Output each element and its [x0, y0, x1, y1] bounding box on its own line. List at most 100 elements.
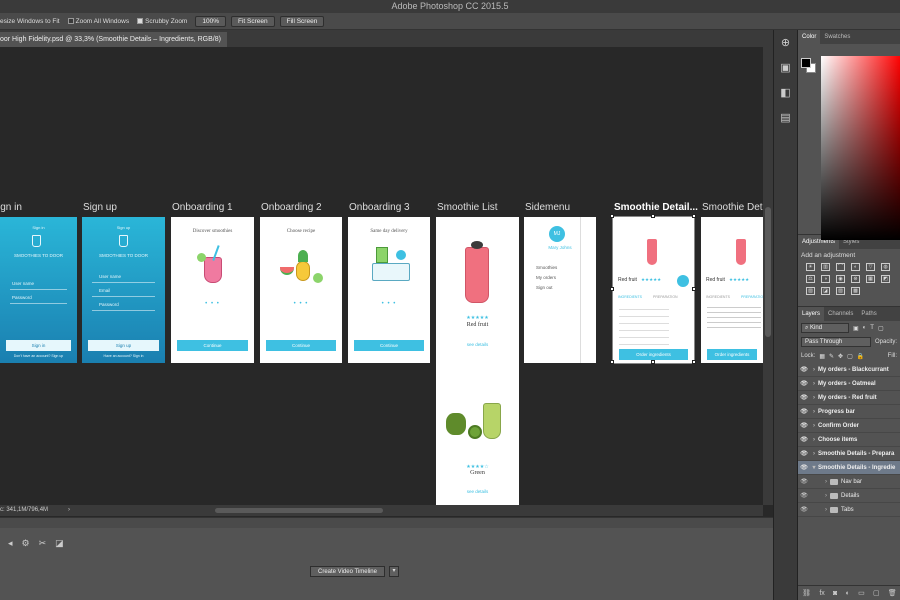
expand-arrow-icon[interactable]: ›: [810, 367, 818, 373]
layer-row[interactable]: 👁 › Progress bar: [798, 405, 900, 419]
brightness-icon[interactable]: ☀: [806, 263, 815, 271]
layer-row[interactable]: 👁 ▾ Smoothie Details - Ingredie: [798, 461, 900, 475]
adjustment-filter-icon[interactable]: ◐: [863, 325, 867, 331]
tab-swatches[interactable]: Swatches: [820, 30, 854, 44]
layer-row[interactable]: 👁 › My orders - Red fruit: [798, 391, 900, 405]
visibility-eye-icon[interactable]: 👁: [798, 492, 810, 499]
artboard-label-smoothie-details-ingredients[interactable]: Smoothie Detail...: [614, 202, 698, 213]
trash-icon[interactable]: 🗑: [888, 589, 897, 597]
lock-transparent-icon[interactable]: ▦: [819, 353, 825, 360]
expand-arrow-icon[interactable]: ›: [822, 507, 830, 513]
visibility-eye-icon[interactable]: 👁: [798, 464, 810, 471]
transition-icon[interactable]: ◪: [55, 538, 64, 549]
tab-layers[interactable]: Layers: [798, 307, 825, 321]
vibrance-icon[interactable]: ▽: [866, 263, 875, 271]
foreground-color-swatch[interactable]: [801, 58, 811, 68]
lock-artboard-icon[interactable]: ▢: [847, 353, 853, 360]
canvas-area[interactable]: ign in Sign up Onboarding 1 Onboarding 2…: [0, 47, 763, 505]
transform-handle[interactable]: [692, 214, 696, 218]
layer-row[interactable]: 👁 › Tabs: [798, 503, 900, 517]
expand-arrow-icon[interactable]: ▾: [810, 464, 818, 471]
filter-kind-select[interactable]: ⌕ Kind: [801, 323, 849, 333]
transform-handle[interactable]: [610, 287, 614, 291]
status-menu-arrow[interactable]: ›: [68, 505, 70, 516]
scrubby-zoom-checkbox[interactable]: Scrubby Zoom: [137, 18, 187, 25]
zoom-all-windows-checkbox[interactable]: Zoom All Windows: [67, 18, 129, 25]
type-filter-icon[interactable]: T: [870, 325, 874, 331]
artboard-smoothie-details-preparation[interactable]: Red fruit ★★★★★ INGREDIENTS PREPARATION …: [701, 217, 763, 363]
canvas-vertical-scrollbar[interactable]: [763, 47, 773, 505]
tab-channels[interactable]: Channels: [824, 307, 857, 321]
artboard-label-smoothie-list[interactable]: Smoothie List: [437, 202, 498, 213]
artboard-onboarding-2[interactable]: Choose recipe • • • Continue: [260, 217, 342, 363]
resize-windows-checkbox[interactable]: esize Windows to Fit: [0, 18, 60, 25]
shape-filter-icon[interactable]: ▢: [878, 325, 884, 332]
tab-paths[interactable]: Paths: [857, 307, 880, 321]
color-lookup-icon[interactable]: ▦: [866, 275, 875, 283]
artboard-sidemenu[interactable]: MJ Mary Johns Smoothies My orders Sign o…: [524, 217, 596, 363]
artboard-label-onboarding-3[interactable]: Onboarding 3: [349, 202, 410, 213]
artboard-smoothie-list[interactable]: ★★★★★ Red fruit see details ★★★★☆ Green …: [436, 217, 519, 505]
visibility-eye-icon[interactable]: 👁: [798, 436, 810, 443]
transform-handle[interactable]: [651, 214, 655, 218]
channel-mixer-icon[interactable]: ⊛: [851, 275, 860, 283]
fit-screen-button[interactable]: Fit Screen: [230, 15, 275, 27]
expand-arrow-icon[interactable]: ›: [810, 395, 818, 401]
invert-icon[interactable]: ◩: [881, 275, 890, 283]
visibility-eye-icon[interactable]: 👁: [798, 408, 810, 415]
expand-arrow-icon[interactable]: ›: [810, 437, 818, 443]
visibility-eye-icon[interactable]: 👁: [798, 422, 810, 429]
lock-all-icon[interactable]: 🔒: [857, 353, 864, 360]
adjustment-layer-icon[interactable]: ◐: [846, 590, 850, 597]
visibility-eye-icon[interactable]: 👁: [798, 366, 810, 373]
expand-arrow-icon[interactable]: ›: [810, 381, 818, 387]
transform-handle[interactable]: [692, 360, 696, 364]
curves-icon[interactable]: ⌒: [836, 263, 845, 271]
visibility-eye-icon[interactable]: 👁: [798, 394, 810, 401]
artboard-label-onboarding-1[interactable]: Onboarding 1: [172, 202, 233, 213]
expand-arrow-icon[interactable]: ›: [810, 423, 818, 429]
transform-handle[interactable]: [651, 360, 655, 364]
levels-icon[interactable]: ▥: [821, 263, 830, 271]
color-spectrum[interactable]: [821, 56, 900, 240]
visibility-eye-icon[interactable]: 👁: [798, 450, 810, 457]
split-icon[interactable]: ✂: [39, 538, 47, 549]
black-white-icon[interactable]: ◑: [821, 275, 830, 283]
new-layer-icon[interactable]: ▢: [873, 589, 880, 597]
hue-icon[interactable]: ◍: [881, 263, 890, 271]
tab-color[interactable]: Color: [798, 30, 821, 44]
scrollbar-thumb[interactable]: [765, 207, 771, 337]
exposure-icon[interactable]: ◐: [851, 263, 860, 271]
link-icon[interactable]: ⛓: [802, 589, 811, 597]
properties-icon[interactable]: ▣: [779, 61, 793, 75]
expand-arrow-icon[interactable]: ›: [810, 451, 818, 457]
timeline-dropdown-arrow[interactable]: ▾: [389, 566, 399, 577]
adjustments-icon[interactable]: ◧: [779, 86, 793, 100]
libraries-icon[interactable]: ▤: [779, 111, 793, 125]
transform-handle[interactable]: [692, 287, 696, 291]
fill-screen-button[interactable]: Fill Screen: [279, 15, 325, 27]
expand-arrow-icon[interactable]: ›: [822, 479, 830, 485]
mask-icon[interactable]: ◙: [833, 590, 837, 597]
selective-color-icon[interactable]: ▩: [851, 287, 860, 295]
expand-arrow-icon[interactable]: ›: [810, 409, 818, 415]
color-balance-icon[interactable]: ⚖: [806, 275, 815, 283]
artboard-smoothie-details-ingredients[interactable]: Red fruit ★★★★★ INGREDIENTS PREPARATION …: [612, 216, 695, 364]
create-video-timeline-button[interactable]: Create Video Timeline: [310, 566, 385, 577]
artboard-label-onboarding-2[interactable]: Onboarding 2: [261, 202, 322, 213]
layer-row[interactable]: 👁 › Nav bar: [798, 475, 900, 489]
posterize-icon[interactable]: ▧: [806, 287, 815, 295]
new-group-icon[interactable]: ▭: [858, 589, 865, 597]
visibility-eye-icon[interactable]: 👁: [798, 478, 810, 485]
gradient-map-icon[interactable]: ▨: [836, 287, 845, 295]
threshold-icon[interactable]: ◪: [821, 287, 830, 295]
fx-icon[interactable]: fx: [819, 590, 824, 597]
artboard-label-smoothie-details-preparation[interactable]: Smoothie Deta: [702, 202, 763, 213]
layer-row[interactable]: 👁 › Confirm Order: [798, 419, 900, 433]
expand-arrow-icon[interactable]: ›: [822, 493, 830, 499]
layer-row[interactable]: 👁 › Details: [798, 489, 900, 503]
artboard-sign-in[interactable]: Sign in SMOOTHIES TO DOOR User name Pass…: [0, 217, 77, 363]
artboard-onboarding-3[interactable]: Same day delivery • • • Continue: [348, 217, 430, 363]
document-tab[interactable]: oor High Fidelity.psd @ 33,3% (Smoothie …: [0, 32, 227, 47]
layer-row[interactable]: 👁 › Choose items: [798, 433, 900, 447]
